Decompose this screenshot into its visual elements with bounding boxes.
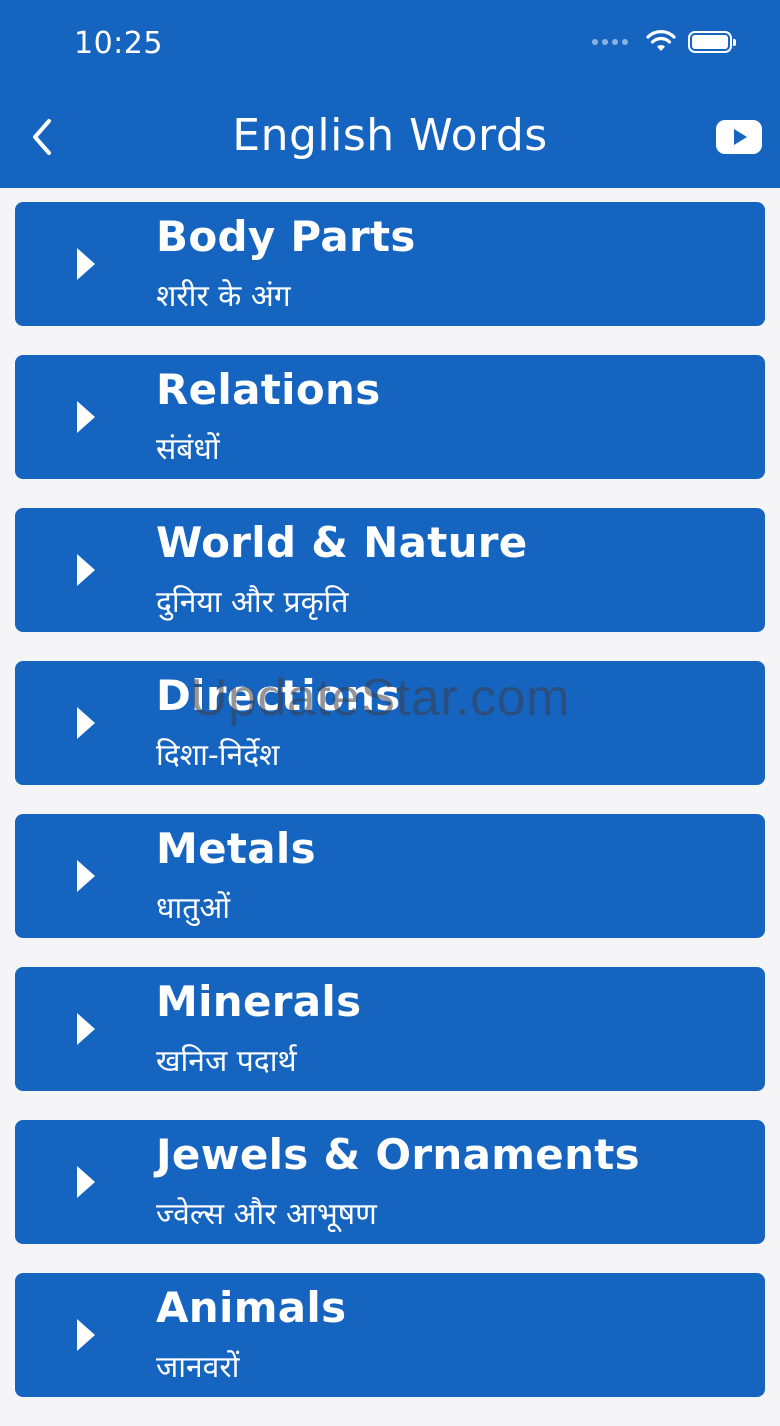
wifi-icon xyxy=(646,30,676,51)
page-title: English Words xyxy=(232,110,548,161)
caret-right-icon xyxy=(77,707,95,739)
cellular-signal-icon xyxy=(592,39,628,45)
youtube-icon xyxy=(716,120,762,154)
category-title: Jewels & Ornaments xyxy=(156,1130,640,1179)
category-card-world-nature[interactable]: World & Nature दुनिया और प्रकृति xyxy=(15,508,765,632)
caret-right-icon xyxy=(77,1013,95,1045)
category-title: Relations xyxy=(156,365,381,414)
category-title: Metals xyxy=(156,824,316,873)
battery-icon xyxy=(688,31,736,53)
category-title: World & Nature xyxy=(156,518,528,567)
category-list: Body Parts शरीर के अंग Relations संबंधों… xyxy=(15,202,765,1426)
category-title: Minerals xyxy=(156,977,362,1026)
category-subtitle: दिशा-निर्देश xyxy=(156,738,280,773)
category-card-jewels-ornaments[interactable]: Jewels & Ornaments ज्वेल्स और आभूषण xyxy=(15,1120,765,1244)
category-card-animals[interactable]: Animals जानवरों xyxy=(15,1273,765,1397)
caret-right-icon xyxy=(77,248,95,280)
category-card-body-parts[interactable]: Body Parts शरीर के अंग xyxy=(15,202,765,326)
youtube-button[interactable] xyxy=(716,120,762,154)
category-title: Body Parts xyxy=(156,212,416,261)
category-subtitle: दुनिया और प्रकृति xyxy=(156,585,349,620)
category-title: Directions xyxy=(156,671,401,720)
category-subtitle: धातुओं xyxy=(156,891,230,926)
category-subtitle: खनिज पदार्थ xyxy=(156,1044,297,1079)
status-time: 10:25 xyxy=(74,26,163,61)
category-subtitle: शरीर के अंग xyxy=(156,279,291,314)
category-card-directions[interactable]: Directions दिशा-निर्देश xyxy=(15,661,765,785)
category-subtitle: जानवरों xyxy=(156,1350,240,1385)
caret-right-icon xyxy=(77,1319,95,1351)
category-subtitle: ज्वेल्स और आभूषण xyxy=(156,1197,377,1232)
caret-right-icon xyxy=(77,1166,95,1198)
category-card-relations[interactable]: Relations संबंधों xyxy=(15,355,765,479)
caret-right-icon xyxy=(77,401,95,433)
status-icons xyxy=(592,30,736,54)
caret-right-icon xyxy=(77,860,95,892)
category-subtitle: संबंधों xyxy=(156,432,220,467)
app-header: 10:25 English Words xyxy=(0,0,780,188)
category-title: Animals xyxy=(156,1283,347,1332)
caret-right-icon xyxy=(77,554,95,586)
category-card-metals[interactable]: Metals धातुओं xyxy=(15,814,765,938)
category-card-minerals[interactable]: Minerals खनिज पदार्थ xyxy=(15,967,765,1091)
